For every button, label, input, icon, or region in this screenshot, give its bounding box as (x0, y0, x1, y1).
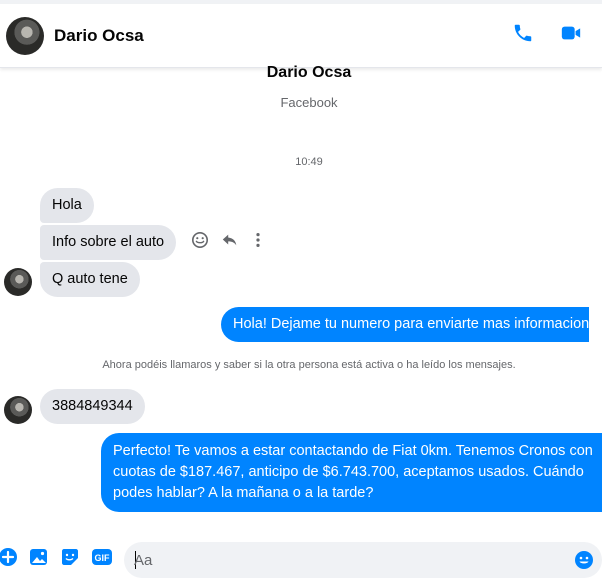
profile-source: Facebook (280, 95, 338, 110)
system-notice: Ahora podéis llamaros y saber si la otra… (102, 359, 516, 371)
avatar[interactable] (4, 268, 32, 296)
image-icon[interactable] (29, 547, 49, 572)
svg-text:GIF: GIF (95, 553, 111, 563)
profile-name: Dario Ocsa (266, 64, 352, 81)
message-incoming[interactable]: Q auto tene (40, 262, 140, 297)
composer: GIF (0, 538, 602, 578)
message-incoming[interactable]: Hola (40, 188, 94, 223)
message-incoming[interactable]: 3884849344 (40, 389, 145, 424)
smile-icon[interactable] (191, 231, 209, 254)
message-actions (191, 231, 265, 254)
reply-icon[interactable] (221, 231, 239, 254)
gif-icon[interactable]: GIF (91, 547, 113, 572)
message-incoming[interactable]: Info sobre el auto (40, 225, 177, 260)
message-input-wrapper (124, 542, 602, 578)
more-vertical-icon[interactable] (251, 231, 265, 254)
video-camera-icon[interactable] (560, 22, 582, 44)
contact-name[interactable]: Dario Ocsa (54, 26, 144, 46)
message-outgoing[interactable]: Hola! Dejame tu numero para enviarte mas… (221, 307, 590, 342)
header-actions (512, 22, 582, 44)
avatar[interactable] (6, 16, 44, 55)
message-outgoing[interactable]: Perfecto! Te vamos a estar contactando d… (101, 433, 602, 512)
avatar[interactable] (4, 396, 32, 424)
emoji-icon[interactable] (574, 550, 594, 575)
message-input[interactable] (134, 542, 554, 578)
chat-header: Dario Ocsa (0, 4, 602, 68)
phone-icon[interactable] (512, 22, 534, 44)
message-timestamp: 10:49 (295, 156, 323, 168)
plus-icon[interactable] (0, 547, 18, 572)
sticker-icon[interactable] (60, 547, 80, 572)
